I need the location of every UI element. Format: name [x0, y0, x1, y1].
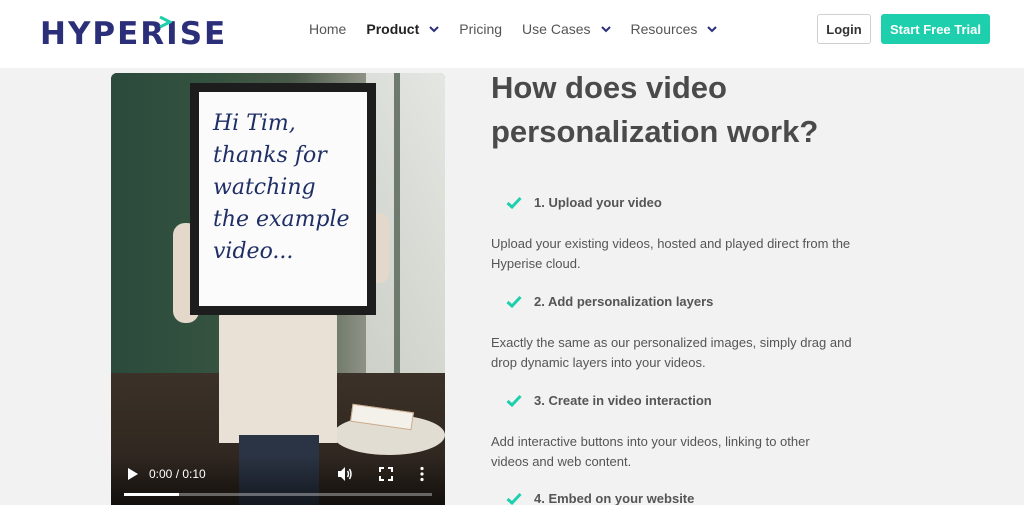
- video-progress-fill: [124, 493, 180, 496]
- chevron-down-icon: [600, 26, 611, 33]
- nav-use-cases[interactable]: Use Cases: [522, 21, 611, 37]
- step-2-title: 2. Add personalization layers: [506, 294, 713, 309]
- site-header: HYPERISE Home Product Pricing Use Cases …: [0, 0, 1024, 68]
- demo-video-player[interactable]: Hi Tim, thanks for watching the example …: [111, 73, 445, 505]
- video-time: 0:00 / 0:10: [149, 467, 206, 481]
- check-icon: [506, 196, 522, 209]
- board-line: thanks for: [213, 143, 327, 168]
- board-line: the example: [213, 207, 350, 232]
- login-button[interactable]: Login: [817, 14, 871, 44]
- video-progress-bar[interactable]: [124, 493, 432, 496]
- logo-chevron-icon: [159, 16, 172, 28]
- check-icon: [506, 295, 522, 308]
- nav-product[interactable]: Product: [366, 21, 439, 37]
- board-line: video...: [213, 239, 294, 264]
- check-icon: [506, 394, 522, 407]
- fullscreen-icon[interactable]: [379, 467, 393, 481]
- main-nav: Home Product Pricing Use Cases Resources: [309, 18, 737, 40]
- personalized-whiteboard: Hi Tim, thanks for watching the example …: [190, 83, 376, 315]
- step-1-title: 1. Upload your video: [506, 195, 662, 210]
- chevron-down-icon: [429, 26, 439, 33]
- step-4-title: 4. Embed on your website: [506, 491, 694, 505]
- nav-resources[interactable]: Resources: [631, 21, 718, 37]
- nav-pricing[interactable]: Pricing: [459, 21, 502, 37]
- more-options-icon[interactable]: [419, 466, 425, 482]
- section-heading: How does video personalization work?: [491, 70, 819, 149]
- nav-home[interactable]: Home: [309, 21, 346, 37]
- hyperise-logo[interactable]: HYPERISE: [40, 14, 227, 54]
- board-line: watching: [213, 175, 316, 200]
- video-scene-window-frame: [394, 73, 400, 373]
- video-controls: 0:00 / 0:10: [111, 455, 445, 505]
- whiteboard-message: Hi Tim, thanks for watching the example …: [199, 92, 367, 306]
- volume-icon[interactable]: [337, 466, 353, 482]
- logo-text: HYPERISE: [40, 16, 228, 52]
- step-1-description: Upload your existing videos, hosted and …: [491, 236, 851, 271]
- step-3-description: Add interactive buttons into your videos…: [491, 434, 810, 469]
- step-2-description: Exactly the same as our personalized ima…: [491, 335, 852, 370]
- person-body: [219, 303, 337, 443]
- step-3-title: 3. Create in video interaction: [506, 393, 712, 408]
- chevron-down-icon: [707, 26, 718, 33]
- start-free-trial-button[interactable]: Start Free Trial: [881, 14, 990, 44]
- board-line: Hi Tim,: [213, 111, 296, 136]
- play-icon[interactable]: [127, 467, 139, 481]
- check-icon: [506, 492, 522, 505]
